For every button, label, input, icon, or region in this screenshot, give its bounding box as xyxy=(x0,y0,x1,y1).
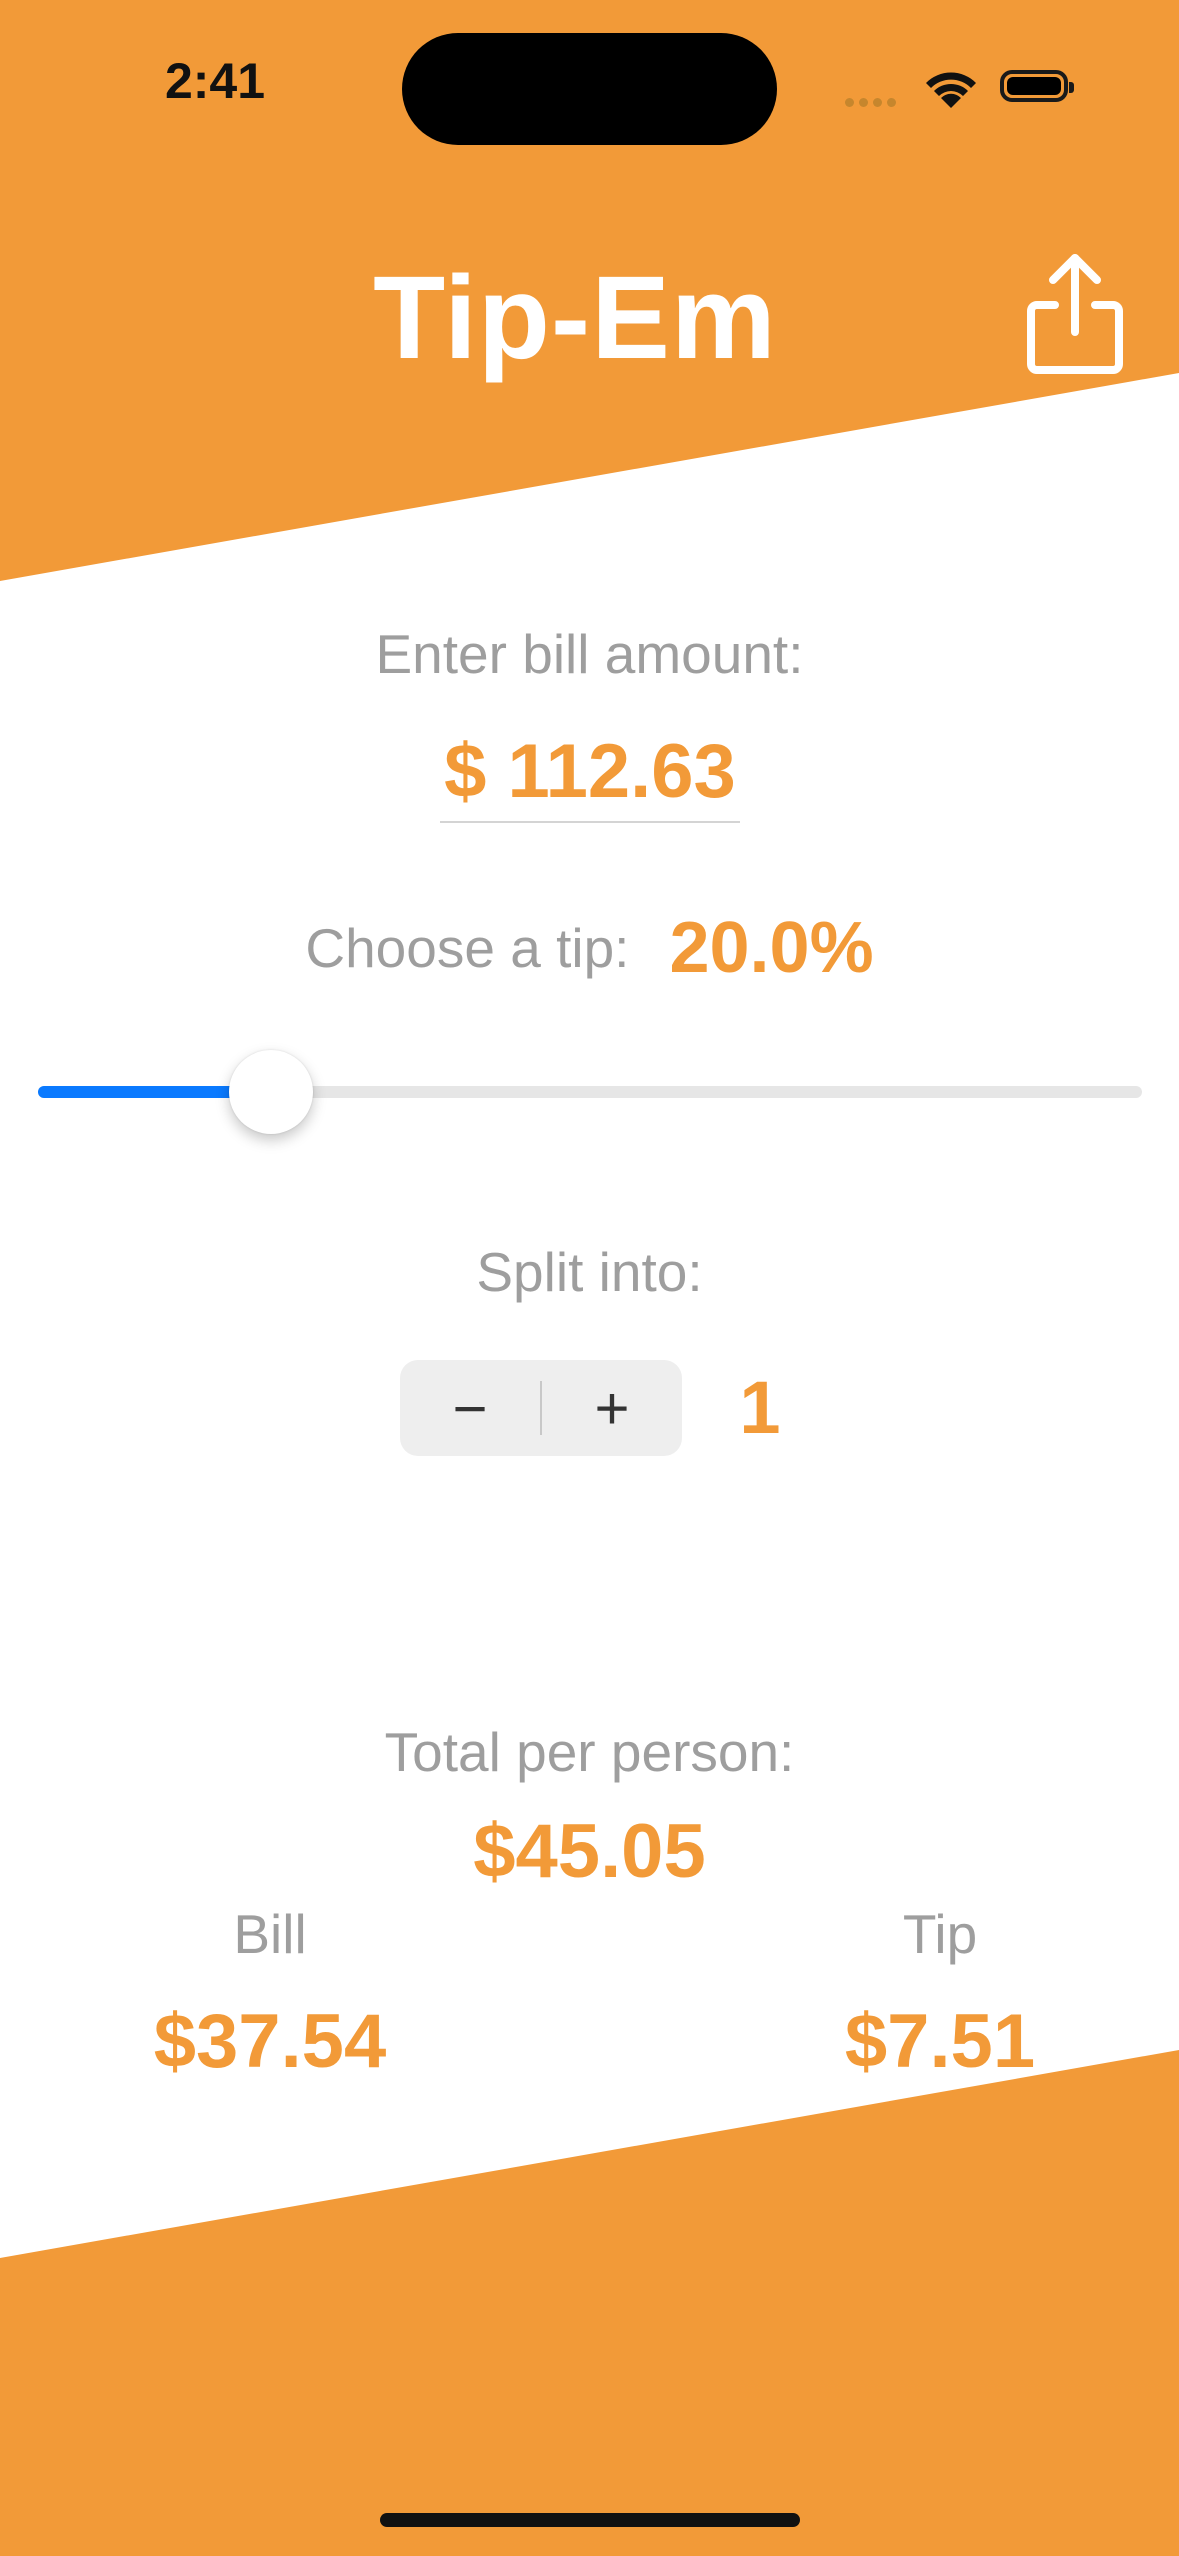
bill-share-value: $37.54 xyxy=(153,1999,387,2084)
tip-label: Choose a tip: xyxy=(305,917,630,979)
share-button[interactable] xyxy=(1015,250,1135,380)
dynamic-island xyxy=(402,33,777,145)
share-icon xyxy=(1027,254,1123,374)
split-stepper: − + xyxy=(400,1360,682,1456)
app-title: Tip-Em xyxy=(373,252,777,384)
tip-slider-track[interactable] xyxy=(38,1086,1142,1098)
total-per-person-label: Total per person: xyxy=(384,1721,795,1783)
bill-amount-input[interactable] xyxy=(390,728,790,815)
home-indicator xyxy=(380,2513,800,2527)
bill-input-underline xyxy=(440,821,740,823)
plus-icon: + xyxy=(594,1374,630,1442)
wifi-icon xyxy=(920,62,982,115)
split-increment-button[interactable]: + xyxy=(542,1360,682,1456)
split-label: Split into: xyxy=(476,1241,703,1303)
tip-slider-thumb[interactable] xyxy=(228,1050,313,1134)
split-decrement-button[interactable]: − xyxy=(400,1360,540,1456)
tip-percentage: 20.0% xyxy=(669,908,874,988)
tip-row: Choose a tip: 20.0% xyxy=(0,908,1179,988)
bill-amount-label: Enter bill amount: xyxy=(375,623,804,685)
battery-icon xyxy=(1000,70,1074,102)
minus-icon: − xyxy=(452,1374,488,1442)
split-count: 1 xyxy=(739,1366,781,1449)
status-time: 2:41 xyxy=(164,53,266,109)
tip-share-value: $7.51 xyxy=(844,1999,1036,2084)
bill-share-label: Bill xyxy=(233,1903,307,1965)
tip-share-label: Tip xyxy=(902,1903,978,1965)
bottom-orange-band xyxy=(0,2050,1179,2556)
total-per-person-value: $45.05 xyxy=(473,1809,706,1894)
cellular-signal-icon xyxy=(845,94,901,112)
